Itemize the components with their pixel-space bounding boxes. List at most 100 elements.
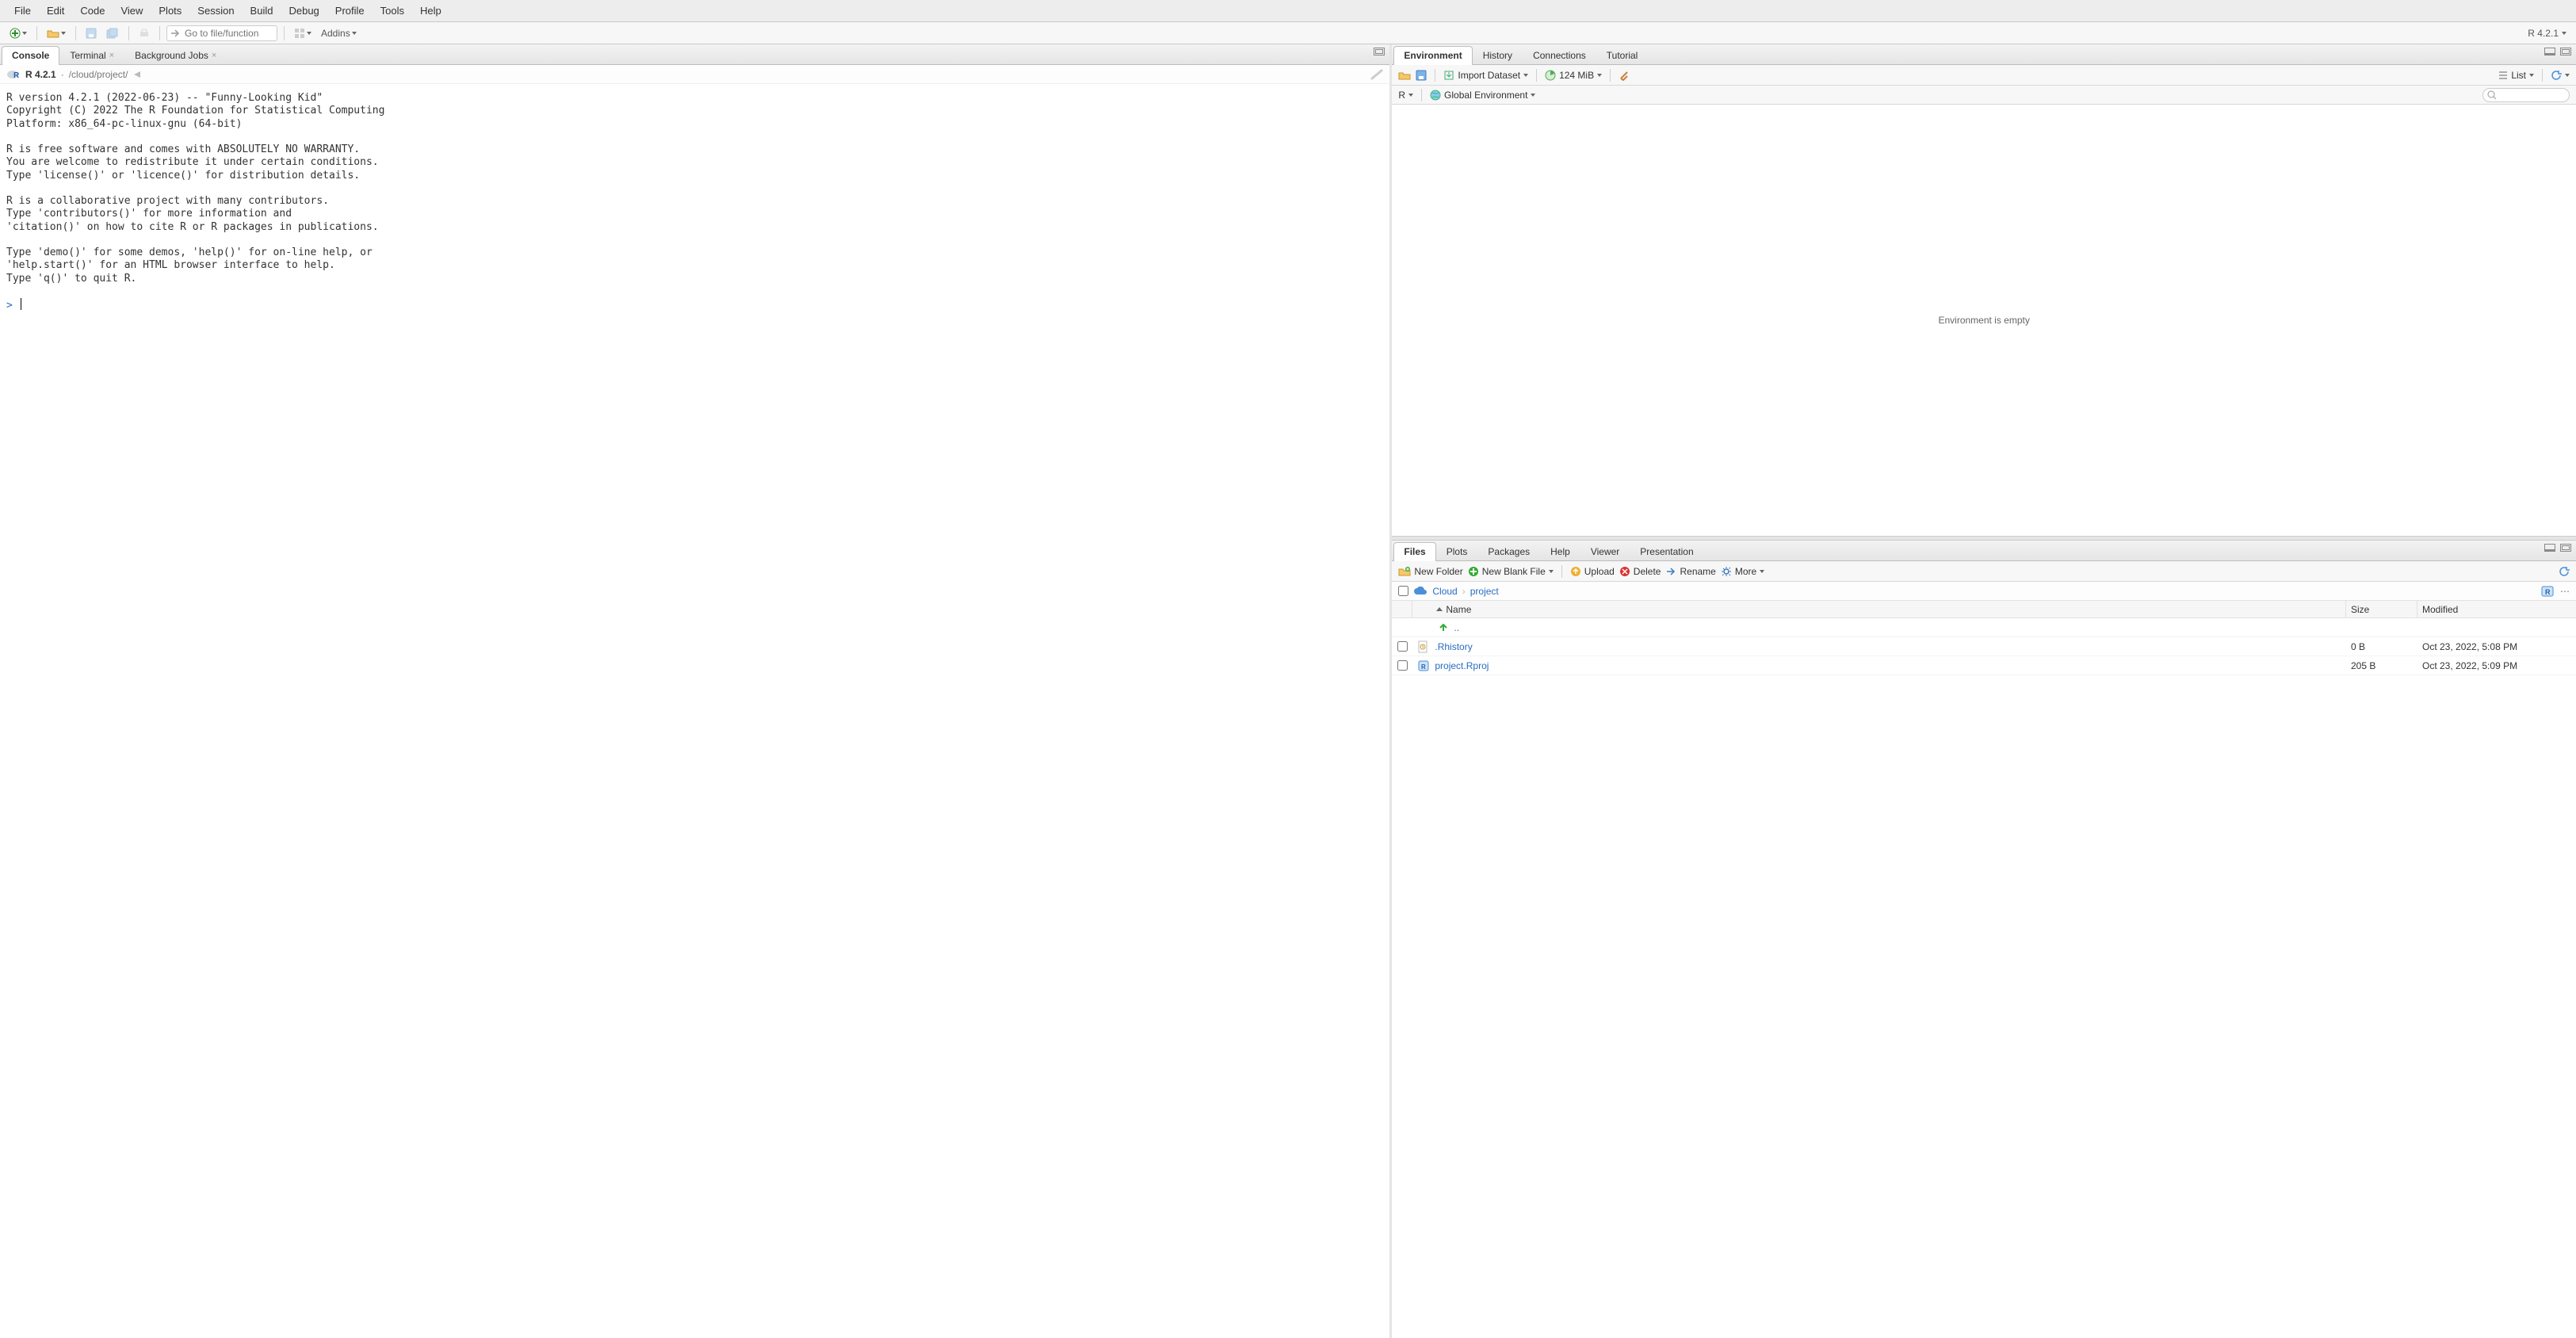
r-version-selector[interactable]: R 4.2.1	[2524, 28, 2570, 39]
chevron-down-icon	[2565, 74, 2570, 77]
file-row-updir[interactable]: ..	[1392, 618, 2576, 637]
file-link[interactable]: .Rhistory	[1435, 641, 1472, 652]
share-icon[interactable]	[132, 70, 142, 79]
upload-icon	[1570, 566, 1581, 577]
menu-file[interactable]: File	[6, 2, 39, 20]
col-header-modified[interactable]: Modified	[2417, 601, 2576, 617]
tab-help[interactable]: Help	[1540, 542, 1580, 561]
env-scope-button[interactable]: Global Environment	[1430, 90, 1535, 101]
new-blank-file-button[interactable]: New Blank File	[1468, 566, 1554, 577]
breadcrumb-cloud[interactable]: Cloud	[1432, 586, 1457, 597]
print-button[interactable]	[136, 26, 153, 40]
goto-file-input[interactable]	[166, 25, 277, 41]
menu-session[interactable]: Session	[189, 2, 242, 20]
chevron-down-icon	[61, 32, 66, 35]
memory-usage-button[interactable]: 124 MiB	[1545, 70, 1602, 81]
refresh-icon	[2551, 70, 2562, 81]
menu-help[interactable]: Help	[412, 2, 449, 20]
tab-history[interactable]: History	[1473, 46, 1523, 65]
files-list: .. .Rhistory 0 B Oct 23, 2022, 5:08 PM	[1392, 618, 2576, 1338]
close-icon[interactable]: ×	[212, 51, 216, 60]
tab-plots[interactable]: Plots	[1436, 542, 1478, 561]
addins-button[interactable]: Addins	[318, 26, 360, 40]
menu-tools[interactable]: Tools	[373, 2, 412, 20]
maximize-pane-icon[interactable]	[1374, 48, 1385, 55]
minimize-pane-icon[interactable]	[2544, 544, 2555, 552]
sort-asc-icon	[1436, 607, 1443, 611]
r-version-label: R 4.2.1	[2528, 28, 2559, 39]
broom-icon	[1619, 70, 1630, 81]
menu-view[interactable]: View	[113, 2, 151, 20]
tab-environment[interactable]: Environment	[1393, 46, 1472, 65]
tab-files[interactable]: Files	[1393, 542, 1435, 561]
col-header-size[interactable]: Size	[2346, 601, 2417, 617]
save-button[interactable]	[82, 26, 100, 40]
clear-objects-button[interactable]	[1619, 70, 1630, 81]
up-arrow-icon	[1438, 622, 1449, 633]
menu-build[interactable]: Build	[243, 2, 281, 20]
chevron-down-icon	[1760, 570, 1764, 573]
file-plus-icon	[1468, 566, 1479, 577]
file-checkbox[interactable]	[1397, 641, 1408, 652]
save-icon	[1416, 70, 1427, 81]
chevron-down-icon	[2562, 32, 2566, 35]
refresh-env-button[interactable]	[2551, 70, 2570, 81]
import-dataset-button[interactable]: Import Dataset	[1443, 70, 1528, 81]
grid-button[interactable]	[291, 26, 315, 40]
folder-plus-icon	[1398, 566, 1411, 577]
gear-icon	[1721, 566, 1732, 577]
tab-connections[interactable]: Connections	[1523, 46, 1596, 65]
maximize-pane-icon[interactable]	[2560, 48, 2571, 55]
menu-plots[interactable]: Plots	[151, 2, 189, 20]
menu-code[interactable]: Code	[72, 2, 113, 20]
console-working-dir: /cloud/project/	[69, 69, 128, 80]
svg-text:R: R	[2545, 588, 2551, 596]
tab-viewer[interactable]: Viewer	[1580, 542, 1630, 561]
new-file-button[interactable]	[6, 26, 30, 40]
tab-packages[interactable]: Packages	[1477, 542, 1540, 561]
open-project-button[interactable]	[44, 26, 69, 40]
menu-profile[interactable]: Profile	[327, 2, 373, 20]
save-workspace-button[interactable]	[1416, 70, 1427, 81]
upload-button[interactable]: Upload	[1570, 566, 1615, 577]
separator	[159, 26, 160, 40]
updir-link[interactable]: ..	[1454, 622, 1459, 633]
breadcrumb-project[interactable]: project	[1470, 586, 1499, 597]
refresh-files-button[interactable]	[2559, 566, 2570, 577]
breadcrumb-sep-icon: ›	[1462, 586, 1466, 597]
tab-bg-jobs[interactable]: Background Jobs×	[124, 46, 227, 65]
save-icon	[86, 28, 97, 39]
file-row: R project.Rproj 205 B Oct 23, 2022, 5:09…	[1392, 656, 2576, 675]
clear-console-icon[interactable]	[1370, 69, 1383, 80]
tab-tutorial[interactable]: Tutorial	[1596, 46, 1649, 65]
tab-console[interactable]: Console	[2, 46, 59, 65]
more-button[interactable]: More	[1721, 566, 1764, 577]
delete-button[interactable]: Delete	[1619, 566, 1661, 577]
rename-button[interactable]: Rename	[1665, 566, 1715, 577]
menu-debug[interactable]: Debug	[281, 2, 327, 20]
history-file-icon	[1417, 640, 1430, 653]
console-output[interactable]: R version 4.2.1 (2022-06-23) -- "Funny-L…	[0, 84, 1389, 1338]
files-column-header: Name Size Modified	[1392, 601, 2576, 618]
file-link[interactable]: project.Rproj	[1435, 660, 1489, 671]
save-all-button[interactable]	[103, 26, 122, 40]
tab-terminal[interactable]: Terminal×	[59, 46, 124, 65]
col-header-name[interactable]: Name	[1412, 601, 2346, 617]
r-project-icon[interactable]: R	[2541, 586, 2554, 597]
file-checkbox[interactable]	[1397, 660, 1408, 671]
maximize-pane-icon[interactable]	[2560, 544, 2571, 552]
main-toolbar: Addins R 4.2.1	[0, 22, 2576, 44]
select-all-checkbox[interactable]	[1398, 586, 1408, 596]
close-icon[interactable]: ×	[109, 51, 114, 60]
menu-edit[interactable]: Edit	[39, 2, 72, 20]
minimize-pane-icon[interactable]	[2544, 48, 2555, 55]
env-language-button[interactable]: R	[1398, 90, 1413, 101]
load-workspace-button[interactable]	[1398, 70, 1411, 81]
new-folder-button[interactable]: New Folder	[1398, 566, 1462, 577]
more-options-icon[interactable]: ⋯	[2560, 586, 2570, 597]
print-icon	[139, 28, 150, 39]
env-view-list-button[interactable]: List	[2498, 70, 2534, 81]
chevron-down-icon	[307, 32, 311, 35]
separator	[36, 26, 37, 40]
tab-presentation[interactable]: Presentation	[1630, 542, 1703, 561]
